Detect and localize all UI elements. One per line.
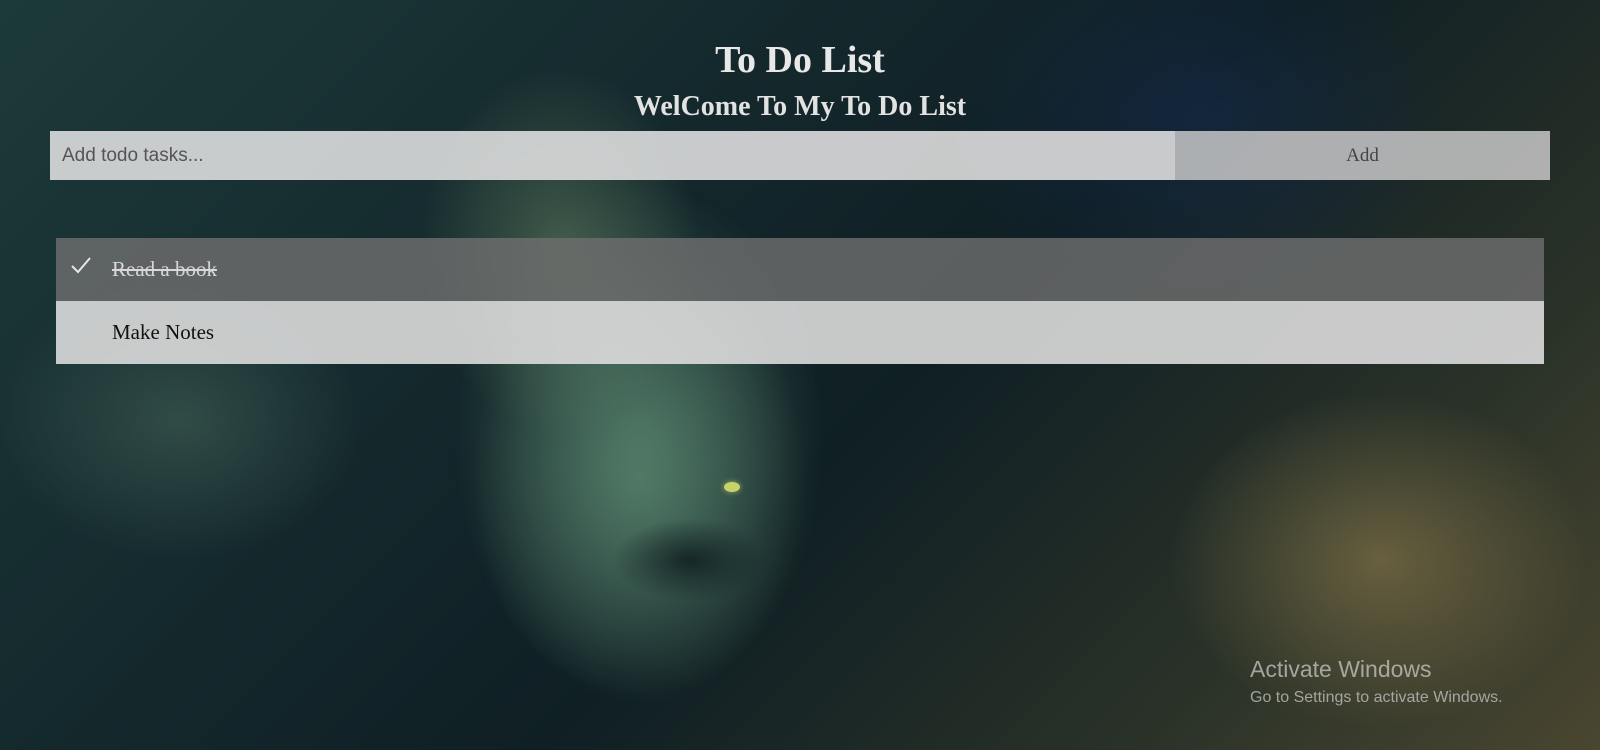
check-icon: [71, 257, 91, 274]
background-lion-eye: [724, 482, 740, 492]
task-input[interactable]: [50, 131, 1175, 180]
page-title: To Do List: [715, 39, 885, 81]
activation-watermark: Activate Windows Go to Settings to activ…: [1250, 655, 1503, 709]
watermark-title: Activate Windows: [1250, 656, 1432, 682]
add-button[interactable]: Add: [1175, 131, 1550, 180]
task-item-completed[interactable]: Read a book: [56, 238, 1544, 301]
task-item[interactable]: Make Notes: [56, 301, 1544, 364]
task-label: Read a book: [112, 257, 217, 281]
task-label: Make Notes: [112, 320, 215, 344]
watermark-text: Go to Settings to activate Windows.: [1250, 689, 1503, 706]
task-list: Read a book Make Notes: [56, 238, 1544, 364]
page-subtitle: WelCome To My To Do List: [633, 91, 967, 122]
add-task-form: Add: [50, 131, 1550, 180]
